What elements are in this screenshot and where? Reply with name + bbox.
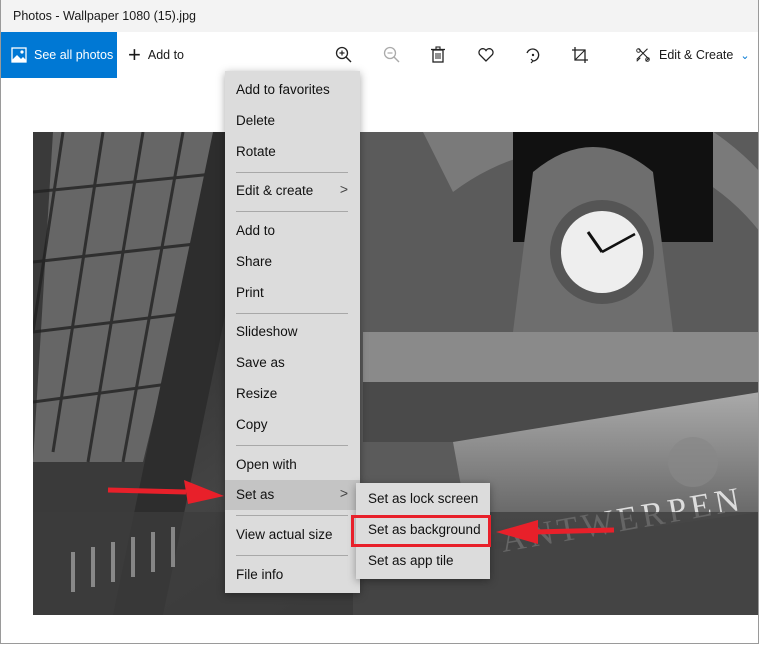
toolbar: See all photos + Add to Edit & Create ⌄	[1, 32, 758, 78]
menu-item-view-actual-size[interactable]: View actual size	[225, 520, 360, 550]
annotation-highlight-box	[351, 515, 491, 547]
delete-button[interactable]	[428, 45, 448, 65]
menu-separator	[236, 445, 348, 446]
menu-item-delete[interactable]: Delete	[225, 106, 360, 136]
menu-separator	[236, 555, 348, 556]
menu-item-print[interactable]: Print	[225, 278, 360, 308]
menu-item-set-as[interactable]: Set as >	[225, 480, 360, 510]
chevron-down-icon: ⌄	[740, 49, 750, 62]
photos-app-window: Photos - Wallpaper 1080 (15).jpg See all…	[0, 0, 759, 644]
menu-separator	[236, 211, 348, 212]
title-bar: Photos - Wallpaper 1080 (15).jpg	[1, 0, 758, 32]
edit-create-icon	[636, 48, 650, 62]
see-all-photos-label: See all photos	[34, 48, 114, 62]
menu-item-edit-create[interactable]: Edit & create >	[225, 176, 360, 206]
annotation-arrow-left-icon	[496, 520, 615, 544]
zoom-in-button[interactable]	[334, 45, 354, 65]
delete-icon	[431, 46, 445, 63]
zoom-out-button[interactable]	[382, 45, 402, 65]
menu-item-copy[interactable]: Copy	[225, 410, 360, 440]
menu-separator	[236, 515, 348, 516]
menu-item-rotate[interactable]: Rotate	[225, 137, 360, 167]
menu-item-share[interactable]: Share	[225, 247, 360, 277]
favorite-heart-icon	[478, 48, 494, 62]
menu-separator	[236, 313, 348, 314]
menu-item-add-to-favorites[interactable]: Add to favorites	[225, 75, 360, 105]
menu-item-save-as[interactable]: Save as	[225, 348, 360, 378]
rotate-icon	[526, 48, 540, 64]
menu-separator	[236, 172, 348, 173]
plus-icon: +	[128, 42, 141, 67]
submenu-item-set-as-app-tile[interactable]: Set as app tile	[356, 546, 490, 577]
photo-gallery-icon	[11, 47, 27, 63]
see-all-photos-button[interactable]: See all photos	[1, 32, 117, 78]
annotation-arrow-right-icon	[107, 480, 224, 504]
menu-item-add-to[interactable]: Add to	[225, 216, 360, 246]
submenu-item-set-as-lock-screen[interactable]: Set as lock screen	[356, 484, 490, 515]
menu-item-file-info[interactable]: File info	[225, 560, 360, 590]
context-menu: Add to favorites Delete Rotate Edit & cr…	[225, 71, 360, 593]
zoom-in-icon	[335, 46, 352, 63]
window-title: Photos - Wallpaper 1080 (15).jpg	[13, 9, 196, 23]
edit-and-create-button[interactable]: Edit & Create ⌄	[634, 32, 750, 78]
favorite-button[interactable]	[476, 45, 496, 65]
menu-item-slideshow[interactable]: Slideshow	[225, 317, 360, 347]
rotate-button[interactable]	[523, 45, 543, 65]
menu-item-resize[interactable]: Resize	[225, 379, 360, 409]
add-to-label: Add to	[147, 48, 184, 62]
chevron-right-icon: >	[339, 485, 348, 501]
menu-item-open-with[interactable]: Open with	[225, 450, 360, 480]
crop-icon	[572, 47, 588, 63]
crop-button[interactable]	[570, 45, 590, 65]
add-to-button[interactable]: + Add to	[128, 32, 184, 78]
chevron-right-icon: >	[339, 181, 348, 197]
edit-create-label: Edit & Create	[659, 48, 734, 62]
zoom-out-icon	[383, 46, 400, 63]
